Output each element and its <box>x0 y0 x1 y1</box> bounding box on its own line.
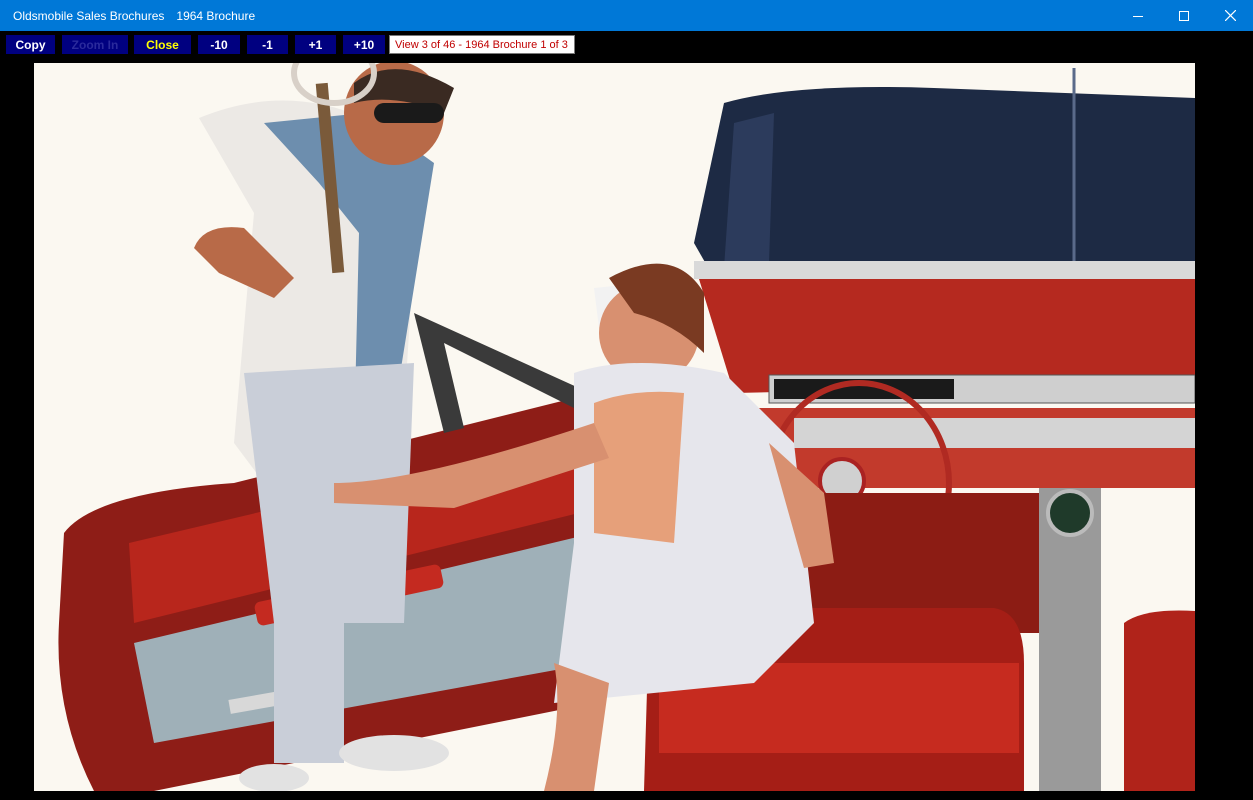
brochure-image <box>34 63 1195 791</box>
title-bar: Oldsmobile Sales Brochures 1964 Brochure <box>0 0 1253 31</box>
forward-one-button[interactable]: +1 <box>295 35 336 54</box>
toolbar: Copy Zoom In Close -10 -1 +1 +10 View 3 … <box>0 31 1253 58</box>
brochure-illustration <box>34 63 1195 791</box>
view-status: View 3 of 46 - 1964 Brochure 1 of 3 <box>389 35 575 54</box>
close-window-button[interactable] <box>1207 0 1253 31</box>
minimize-icon <box>1133 15 1143 17</box>
forward-ten-button[interactable]: +10 <box>343 35 385 54</box>
close-icon <box>1224 10 1236 21</box>
window-title: Oldsmobile Sales Brochures 1964 Brochure <box>13 9 255 23</box>
copy-button[interactable]: Copy <box>6 35 55 54</box>
app-title: Oldsmobile Sales Brochures <box>13 8 165 23</box>
document-title: 1964 Brochure <box>176 8 256 23</box>
back-ten-button[interactable]: -10 <box>198 35 240 54</box>
close-button[interactable]: Close <box>134 35 191 54</box>
zoom-in-button[interactable]: Zoom In <box>62 35 128 54</box>
back-one-button[interactable]: -1 <box>247 35 288 54</box>
window-controls <box>1115 0 1253 31</box>
minimize-button[interactable] <box>1115 0 1161 31</box>
maximize-icon <box>1179 10 1189 21</box>
maximize-button[interactable] <box>1161 0 1207 31</box>
